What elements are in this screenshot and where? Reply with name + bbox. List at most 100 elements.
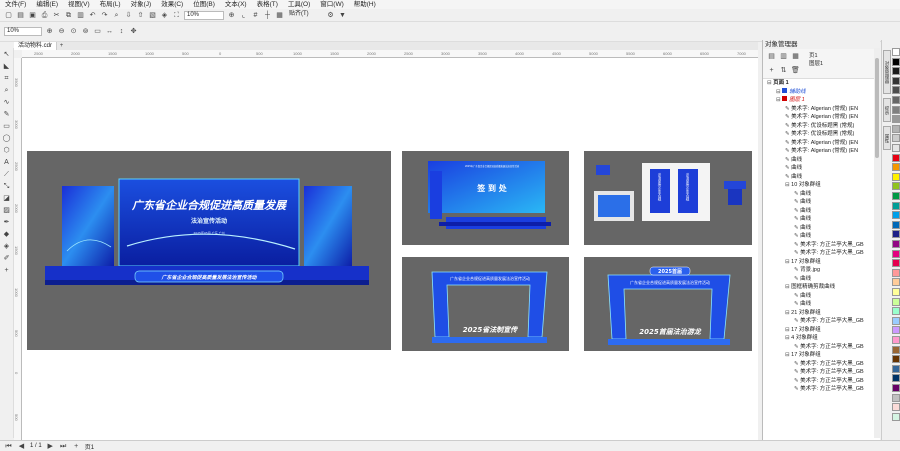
color-swatch[interactable] — [892, 134, 900, 143]
artistic-media-icon[interactable]: ✎ — [2, 110, 11, 119]
color-swatch[interactable] — [892, 268, 900, 277]
color-swatch[interactable] — [892, 307, 900, 316]
pick-tool-icon[interactable]: ↖ — [2, 50, 11, 59]
color-swatch[interactable] — [892, 96, 900, 104]
zoom-in-icon[interactable]: ⊕ — [45, 27, 54, 36]
color-swatch[interactable] — [892, 201, 900, 210]
pan-icon[interactable]: ✥ — [129, 27, 138, 36]
shape-tool-icon[interactable]: ◣ — [2, 62, 11, 71]
color-swatch[interactable] — [892, 48, 900, 56]
last-page-icon[interactable]: ⏭ — [59, 442, 68, 451]
tree-item[interactable]: ✎ 曲线 — [763, 292, 880, 301]
menu-item[interactable]: 帮助(H) — [349, 0, 381, 9]
zoom-all-icon[interactable]: ⊚ — [81, 27, 90, 36]
add-object-icon[interactable]: + — [767, 66, 776, 75]
menu-item[interactable]: 工具(O) — [283, 0, 315, 9]
color-swatch[interactable] — [892, 115, 900, 124]
crop-tool-icon[interactable]: ⌗ — [2, 74, 11, 83]
color-swatch[interactable] — [892, 192, 900, 200]
color-swatch[interactable] — [892, 412, 900, 421]
rectangle-tool-icon[interactable]: ▭ — [2, 122, 11, 131]
tree-item[interactable]: ✎ 美术字: Algerian (常规) (EN — [763, 113, 880, 122]
delete-icon[interactable]: 🗑 — [791, 66, 800, 75]
color-swatch[interactable] — [892, 278, 900, 287]
panel-scroll-thumb[interactable] — [875, 58, 879, 158]
artboard-signin[interactable]: 2025年广东省企业合规促进高质量发展法治宣传活动 签 到 处 — [402, 151, 569, 245]
tree-item[interactable]: ✎ 美术字: 方正兰亭大黑_GB — [763, 360, 880, 369]
tree-item[interactable]: ✎ 美术字: 方正兰亭大黑_GB — [763, 241, 880, 250]
tree-item[interactable]: ✎ 曲线 — [763, 232, 880, 241]
tree-item[interactable]: ✎ 背景.jpg — [763, 266, 880, 275]
cut-icon[interactable]: ✂ — [52, 11, 61, 20]
panel-scrollbar[interactable] — [874, 48, 880, 438]
pdf-icon[interactable]: ▧ — [148, 11, 157, 20]
parallel-dimension-icon[interactable]: ⟋ — [2, 170, 11, 179]
tree-item[interactable]: ⊟ 17 对象群组 — [763, 326, 880, 335]
zoom-height-icon[interactable]: ↕ — [117, 27, 126, 36]
tree-item[interactable]: ✎ 美术字: 方正兰亭大黑_GB — [763, 377, 880, 386]
export-icon[interactable]: ⇧ — [136, 11, 145, 20]
menu-item[interactable]: 效果(C) — [156, 0, 188, 9]
menu-item[interactable]: 布局(L) — [95, 0, 126, 9]
docker-tab[interactable]: 对象管理器 — [883, 50, 891, 94]
menu-item[interactable]: 位图(B) — [188, 0, 220, 9]
zoom-tool-icon[interactable]: ⌕ — [2, 86, 11, 95]
color-swatch[interactable] — [892, 124, 900, 133]
tree-item[interactable]: ✎ 曲线 — [763, 164, 880, 173]
transparency-tool-icon[interactable]: ▨ — [2, 206, 11, 215]
connector-tool-icon[interactable]: ⤡ — [2, 182, 11, 191]
color-swatch[interactable] — [892, 259, 900, 268]
paste-icon[interactable]: ▥ — [76, 11, 85, 20]
tree-item[interactable]: ⊟ 17 对象群组 — [763, 351, 880, 360]
color-swatch[interactable] — [892, 172, 900, 181]
add-page-icon[interactable]: + — [72, 442, 81, 451]
artboard-arch-1[interactable]: 广东省企业合规促进高质量发展法治宣传活动 2025省法制宣传 — [402, 257, 569, 351]
docker-tab[interactable]: 属性 — [883, 126, 891, 150]
zoom-out-icon[interactable]: ⊖ — [57, 27, 66, 36]
artboard-stage[interactable]: 广东省企业合规促进高质量发展 法治宣传活动 2025年05月 广东 广州 广东省… — [27, 151, 391, 350]
move-layer-icon[interactable]: ⇅ — [779, 66, 788, 75]
color-swatch[interactable] — [892, 364, 900, 373]
color-swatch[interactable] — [892, 345, 900, 354]
drop-shadow-icon[interactable]: ◪ — [2, 194, 11, 203]
tree-item[interactable]: ✎ 美术字: 方正兰亭大黑_GB — [763, 368, 880, 377]
grid-icon[interactable]: # — [251, 11, 260, 20]
tree-item[interactable]: ✎ 曲线 — [763, 190, 880, 199]
color-swatch[interactable] — [892, 336, 900, 344]
search-icon[interactable]: ⌕ — [112, 11, 121, 20]
guides-icon[interactable]: ┼ — [263, 11, 272, 20]
page-tab[interactable]: 页1 — [85, 442, 94, 451]
next-page-icon[interactable]: ▶ — [46, 442, 55, 451]
smart-fill-icon[interactable]: ◈ — [2, 242, 11, 251]
color-swatch[interactable] — [892, 326, 900, 335]
tree-item[interactable]: ✎ 曲线 — [763, 275, 880, 284]
tree-item[interactable]: ⊟ 4 对象群组 — [763, 334, 880, 343]
print-icon[interactable]: ⎙ — [40, 11, 49, 20]
copy-icon[interactable]: ⧉ — [64, 11, 73, 20]
add-tool-icon[interactable]: + — [2, 266, 11, 275]
prev-page-icon[interactable]: ◀ — [17, 442, 26, 451]
color-swatch[interactable] — [892, 163, 900, 172]
tree-item[interactable]: ⊟ 21 对象群组 — [763, 309, 880, 318]
color-swatch[interactable] — [892, 374, 900, 383]
color-swatch[interactable] — [892, 67, 900, 76]
options-icon[interactable]: ⚙ — [326, 11, 335, 20]
launch-icon[interactable]: ▼ — [338, 11, 347, 20]
color-swatch[interactable] — [892, 249, 900, 258]
interactive-fill-icon[interactable]: ◆ — [2, 230, 11, 239]
color-swatch[interactable] — [892, 316, 900, 325]
color-swatch[interactable] — [892, 288, 900, 296]
new-layer-icon[interactable]: ▦ — [791, 52, 800, 61]
first-page-icon[interactable]: ⏮ — [4, 442, 13, 451]
redo-icon[interactable]: ↷ — [100, 11, 109, 20]
color-swatch[interactable] — [892, 86, 900, 95]
artboard-rollups[interactable]: 法治宣传企业合规 法治宣传企业合规 — [584, 151, 752, 245]
text-tool-icon[interactable]: A — [2, 158, 11, 167]
open-icon[interactable]: ▤ — [16, 11, 25, 20]
tree-item[interactable]: ✎ 美术字: Algerian (常规) (EN — [763, 105, 880, 114]
color-swatch[interactable] — [892, 230, 900, 239]
color-swatch[interactable] — [892, 403, 900, 412]
snap-to-menu[interactable]: 贴齐(T) — [287, 11, 323, 20]
tab-document[interactable]: 活动物料.cdr — [14, 42, 58, 50]
tree-item[interactable]: ✎ 美术字: 优设标题黑 (常规) — [763, 130, 880, 139]
